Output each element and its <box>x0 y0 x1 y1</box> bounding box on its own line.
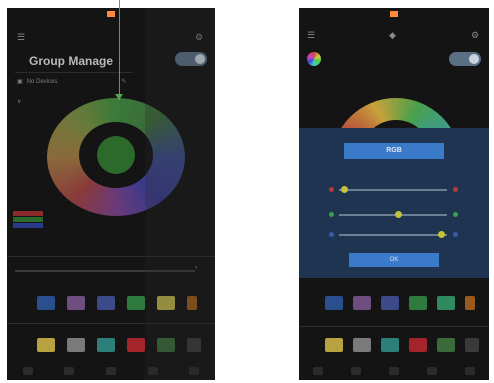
side-menu-title: Group Manage <box>29 54 114 68</box>
battery-icon <box>107 11 115 17</box>
color-preset[interactable] <box>353 338 371 352</box>
color-preset[interactable] <box>381 296 399 310</box>
nav-item[interactable] <box>427 367 437 375</box>
dialog-title: RGB <box>386 147 402 154</box>
power-toggle[interactable] <box>449 52 481 66</box>
color-preset[interactable] <box>325 338 343 352</box>
color-preset[interactable] <box>465 338 479 352</box>
menu-icon[interactable]: ☰ <box>17 32 25 43</box>
nav-item[interactable] <box>389 367 399 375</box>
plus-button[interactable] <box>453 232 458 237</box>
color-mode-icon[interactable] <box>307 52 321 66</box>
color-preset[interactable] <box>127 338 145 352</box>
menu-icon[interactable]: ☰ <box>307 30 315 41</box>
color-preset[interactable] <box>67 338 85 352</box>
nav-item[interactable] <box>105 367 116 375</box>
color-preset[interactable] <box>409 296 427 310</box>
green-slider-track[interactable] <box>339 214 447 216</box>
color-preset[interactable] <box>127 296 145 310</box>
plus-button[interactable] <box>453 212 458 217</box>
color-preset[interactable] <box>97 338 115 352</box>
right-phone-screenshot: ☰ ◆ ⚙ RGB OK <box>299 8 489 380</box>
red-slider-row <box>299 183 489 197</box>
devices-icon: ▣ <box>17 79 23 85</box>
color-preset[interactable] <box>97 296 115 310</box>
status-bar <box>299 8 489 20</box>
chevron-down-icon: ∨ <box>17 99 22 105</box>
app-logo-icon: ◆ <box>389 30 396 40</box>
color-preset[interactable] <box>325 296 343 310</box>
drawer-shadow <box>145 8 215 380</box>
section-divider <box>299 326 489 327</box>
color-preset[interactable] <box>353 296 371 310</box>
annotation-arrow-head <box>115 94 123 100</box>
nav-item[interactable] <box>313 367 323 375</box>
annotation-arrow-line <box>119 0 120 100</box>
green-slider-knob[interactable] <box>394 211 402 218</box>
nav-item[interactable] <box>351 367 361 375</box>
green-slider-row <box>299 208 489 222</box>
color-preset[interactable] <box>465 296 475 310</box>
menu-item-label: No Devices <box>26 78 58 85</box>
edit-icon[interactable]: ✎ <box>121 78 126 85</box>
minus-button[interactable] <box>329 232 334 237</box>
blue-slider-track[interactable] <box>339 234 447 236</box>
color-preset[interactable] <box>37 338 55 352</box>
color-preset[interactable] <box>37 296 55 310</box>
rgb-indicator <box>13 211 43 229</box>
red-slider-knob[interactable] <box>340 186 348 193</box>
red-slider-track[interactable] <box>339 189 447 191</box>
minus-button[interactable] <box>329 187 334 192</box>
menu-divider <box>15 72 133 73</box>
nav-item[interactable] <box>465 367 475 375</box>
ok-button[interactable]: OK <box>349 253 439 267</box>
left-phone-screenshot: ☰ ⚙ Group Manage ▣ No Devices ✎ ∨ ◐ <box>7 8 215 380</box>
color-preset[interactable] <box>67 296 85 310</box>
color-preset[interactable] <box>437 296 455 310</box>
color-preset[interactable] <box>409 338 427 352</box>
rgb-dialog: RGB OK <box>299 128 489 278</box>
plus-button[interactable] <box>453 187 458 192</box>
settings-icon[interactable]: ⚙ <box>471 30 479 41</box>
minus-button[interactable] <box>329 212 334 217</box>
battery-icon <box>390 11 398 17</box>
nav-item[interactable] <box>22 367 33 375</box>
color-preset[interactable] <box>381 338 399 352</box>
blue-slider-row <box>299 228 489 242</box>
selected-color-preview <box>97 136 135 174</box>
menu-item-devices[interactable]: ▣ No Devices ✎ <box>17 78 126 86</box>
bottom-nav <box>299 362 489 380</box>
color-preset[interactable] <box>437 338 455 352</box>
menu-item-add[interactable]: ∨ <box>17 98 21 105</box>
blue-slider-knob[interactable] <box>438 231 446 238</box>
nav-item[interactable] <box>64 367 75 375</box>
